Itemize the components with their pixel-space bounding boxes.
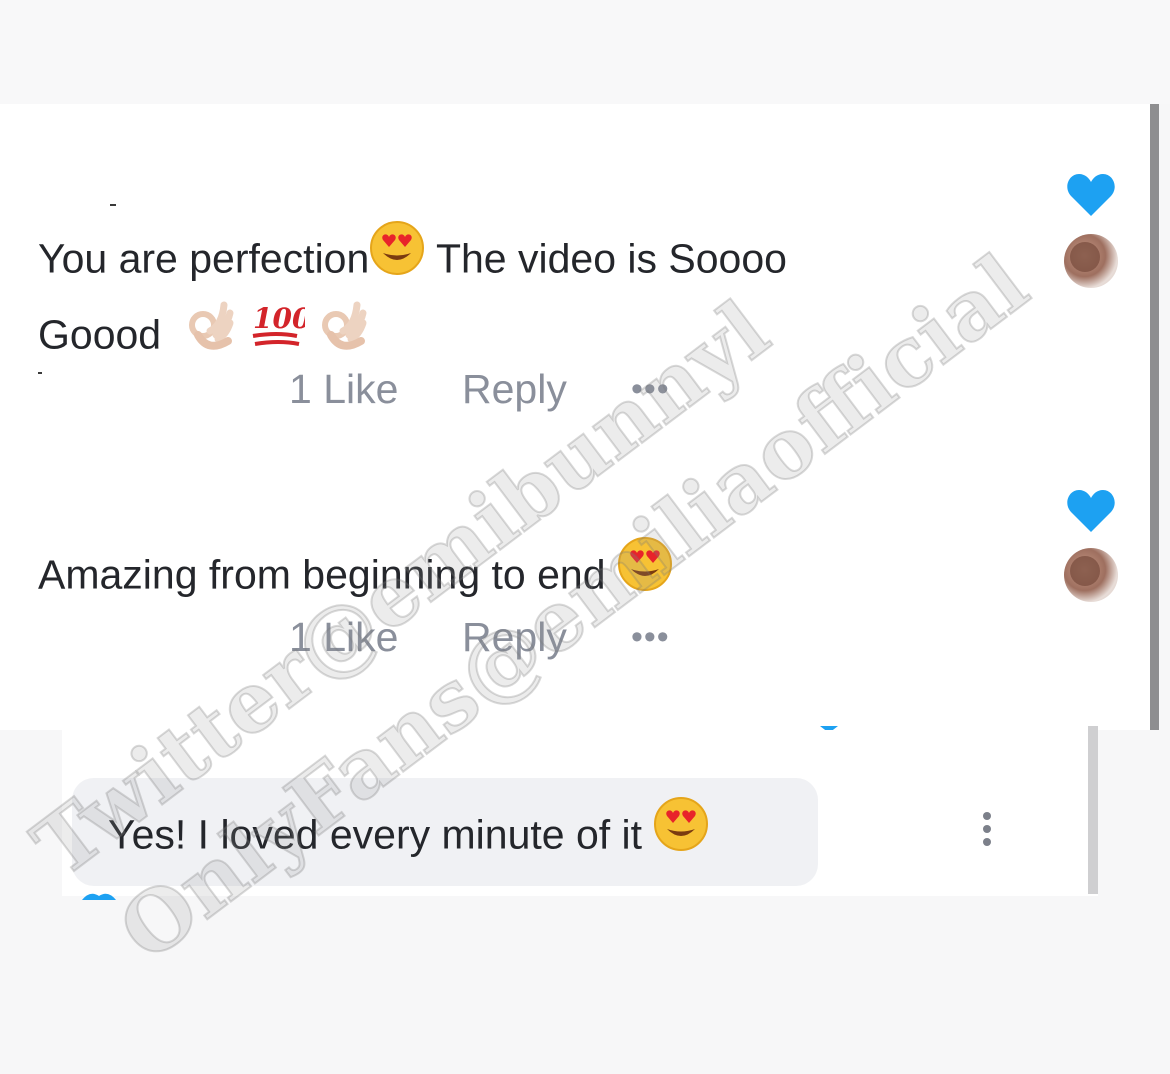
username-redacted (110, 204, 116, 206)
comment-text: You are perfection The video is Soooo Go… (38, 221, 898, 376)
like-count-button[interactable]: 1 Like (289, 614, 398, 661)
top-strip (0, 0, 1170, 104)
more-icon[interactable]: ••• (631, 618, 670, 657)
comment-text: Amazing from beginning to end (38, 537, 898, 615)
comments-panel (0, 104, 1150, 730)
hundred-points-emoji: 100 (249, 296, 312, 371)
kebab-icon[interactable] (980, 812, 994, 848)
scrollbar[interactable] (1150, 104, 1159, 730)
svg-text:100: 100 (253, 302, 305, 335)
heart-eyes-emoji (653, 796, 709, 871)
ok-hand-emoji (184, 295, 238, 372)
timestamp-redacted (38, 372, 42, 374)
scrollbar[interactable] (1088, 726, 1098, 894)
reply-text: Yes! I loved every minute of it (108, 797, 709, 875)
heart-icon[interactable] (1066, 488, 1116, 534)
heart-icon (82, 893, 116, 900)
heart-eyes-emoji (369, 220, 425, 295)
reply-button[interactable]: Reply (462, 614, 567, 661)
avatar[interactable] (1064, 548, 1118, 602)
heart-icon[interactable] (1066, 172, 1116, 218)
reply-button[interactable]: Reply (462, 366, 567, 413)
heart-eyes-emoji (617, 536, 673, 611)
ok-hand-emoji (317, 295, 371, 372)
more-icon[interactable]: ••• (631, 370, 670, 409)
avatar[interactable] (1064, 234, 1118, 288)
like-count-button[interactable]: 1 Like (289, 366, 398, 413)
